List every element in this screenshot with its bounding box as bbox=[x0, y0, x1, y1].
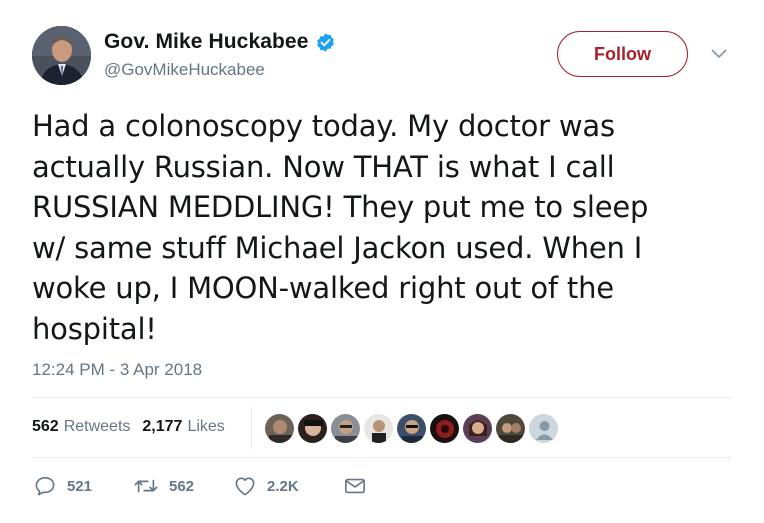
direct-message-button[interactable] bbox=[344, 477, 366, 495]
chevron-down-icon[interactable] bbox=[708, 46, 730, 62]
like-button[interactable]: 2.2K bbox=[234, 476, 344, 496]
liker-avatar[interactable] bbox=[330, 413, 361, 444]
liker-avatar[interactable] bbox=[462, 413, 493, 444]
tweet-stats: 562 Retweets 2,177 Likes bbox=[32, 418, 237, 436]
tweet-timestamp[interactable]: 12:24 PM - 3 Apr 2018 bbox=[32, 360, 202, 380]
tweet-text-line: actually Russian. Now THAT is what I cal… bbox=[32, 149, 615, 184]
liker-avatar-default[interactable] bbox=[528, 413, 559, 444]
retweet-button[interactable]: 562 bbox=[134, 477, 234, 495]
retweet-icon bbox=[134, 477, 158, 495]
divider bbox=[32, 397, 732, 398]
liker-avatar[interactable] bbox=[495, 413, 526, 444]
tweet-text-line: RUSSIAN MEDDLING! They put me to sleep bbox=[32, 190, 649, 224]
likes-count: 2,177 bbox=[142, 418, 183, 435]
like-count: 2.2K bbox=[267, 477, 299, 495]
retweet-count: 562 bbox=[169, 477, 195, 495]
author-avatar[interactable] bbox=[32, 26, 91, 85]
liker-avatar[interactable] bbox=[264, 413, 295, 444]
tweet-text: Had a colonoscopy today. My doctor was a… bbox=[32, 106, 732, 349]
liker-avatar[interactable] bbox=[396, 413, 427, 444]
author-handle[interactable]: @GovMikeHuckabee bbox=[104, 60, 265, 80]
direct-message-icon bbox=[344, 477, 366, 495]
retweets-stat[interactable]: 562 Retweets bbox=[32, 418, 130, 436]
author-name-row: Gov. Mike Huckabee bbox=[104, 30, 336, 54]
liker-avatar[interactable] bbox=[363, 413, 394, 444]
divider bbox=[32, 457, 732, 458]
retweets-count: 562 bbox=[32, 418, 59, 435]
follow-button[interactable]: Follow bbox=[557, 31, 688, 77]
liker-avatar[interactable] bbox=[429, 413, 460, 444]
divider bbox=[251, 407, 252, 449]
author-display-name[interactable]: Gov. Mike Huckabee bbox=[104, 30, 309, 54]
tweet-text-line: hospital! bbox=[32, 311, 157, 346]
likes-label: Likes bbox=[187, 418, 225, 435]
liker-avatar[interactable] bbox=[297, 413, 328, 444]
tweet-text-line: woke up, I MOON-walked right out of the bbox=[32, 271, 614, 305]
heart-icon bbox=[234, 476, 256, 496]
reply-count: 521 bbox=[67, 477, 93, 495]
liker-avatars bbox=[264, 413, 561, 444]
tweet-action-bar: 521 562 2.2K bbox=[34, 476, 366, 496]
reply-button[interactable]: 521 bbox=[34, 476, 134, 496]
reply-icon bbox=[34, 476, 56, 496]
likes-stat[interactable]: 2,177 Likes bbox=[142, 418, 224, 436]
tweet-text-line: Had a colonoscopy today. My doctor was bbox=[32, 109, 615, 143]
retweets-label: Retweets bbox=[63, 418, 131, 435]
verified-badge-icon bbox=[315, 32, 336, 53]
tweet-text-line: w/ same stuff Michael Jackon used. When … bbox=[32, 230, 643, 265]
